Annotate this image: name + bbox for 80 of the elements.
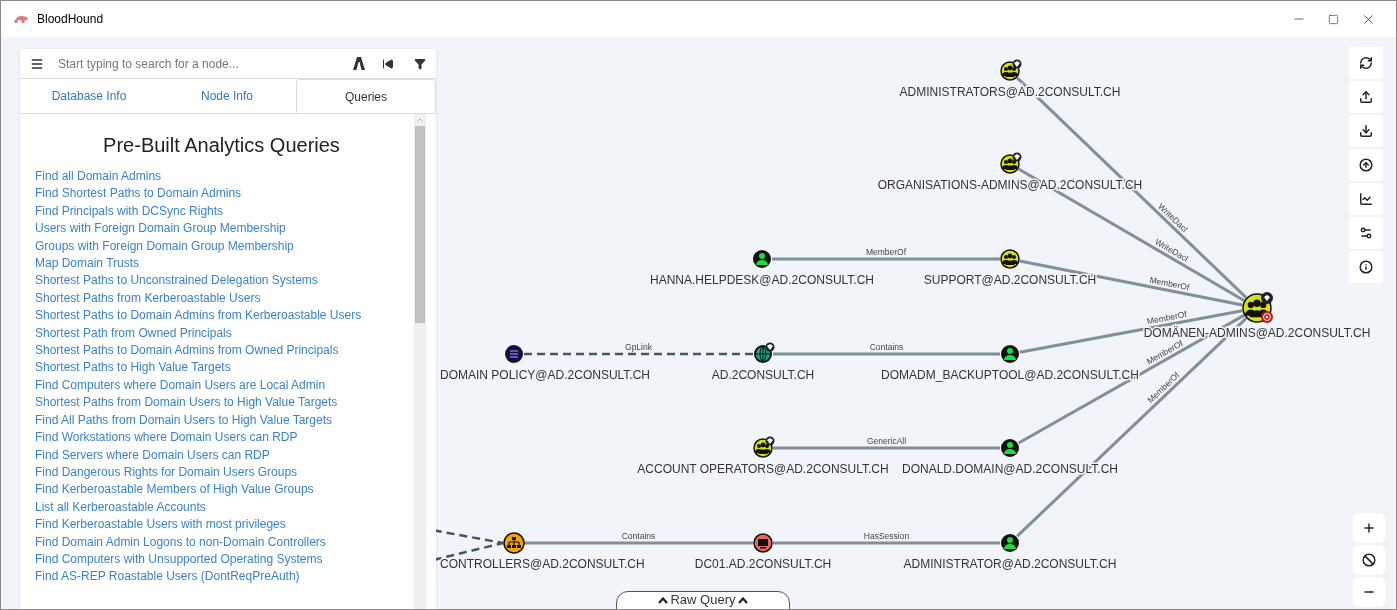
toolbar-button[interactable] xyxy=(1349,251,1383,283)
upload-icon xyxy=(1359,90,1373,104)
node-label: ADMINISTRATOR@AD.2CONSULT.CH xyxy=(903,557,1117,571)
node-label: DOMADM_BACKUPTOOL@AD.2CONSULT.CH xyxy=(881,368,1139,382)
maximize-icon[interactable] xyxy=(1328,13,1339,25)
query-link[interactable]: Shortest Paths to High Value Targets xyxy=(35,359,231,377)
toolbar-button[interactable] xyxy=(1349,149,1383,181)
hierarchy-node-icon[interactable] xyxy=(503,532,525,554)
menu-icon[interactable] xyxy=(30,56,44,71)
hound-logo-icon xyxy=(13,14,29,24)
caret-up-icon xyxy=(737,596,748,604)
node-label: DOMAIN POLICY@AD.2CONSULT.CH xyxy=(440,368,650,382)
user-node-icon[interactable] xyxy=(1001,534,1019,552)
user-node-icon[interactable] xyxy=(1001,439,1019,457)
node-label: DC01.AD.2CONSULT.CH xyxy=(694,557,832,571)
query-link[interactable]: Find Domain Admin Logons to non-Domain Controllers xyxy=(35,533,326,551)
refresh-icon xyxy=(1359,56,1373,70)
toolbar-button[interactable] xyxy=(1349,47,1383,79)
zoom-button[interactable] xyxy=(1353,545,1385,575)
edge-label: GenericAll xyxy=(866,436,907,446)
query-link[interactable]: Find Workstations where Domain Users can RDP xyxy=(35,429,298,447)
arrow-up-circle-icon xyxy=(1359,158,1373,172)
edge-label: GpLink xyxy=(625,342,652,352)
window-title: BloodHound xyxy=(37,11,104,28)
query-link[interactable]: Map Domain Trusts xyxy=(35,255,140,273)
list-node-icon[interactable] xyxy=(505,345,523,363)
query-link[interactable]: Find all Domain Admins xyxy=(35,168,162,186)
info-icon xyxy=(1359,260,1373,274)
node-label: HANNA.HELPDESK@AD.2CONSULT.CH xyxy=(650,273,874,287)
node-label: CONTROLLERS@AD.2CONSULT.CH xyxy=(440,557,645,571)
raw-query-button[interactable]: Raw Query xyxy=(616,591,790,609)
query-link[interactable]: Shortest Paths to Domain Admins from Owned Principals xyxy=(35,342,339,360)
user-node-icon[interactable] xyxy=(1001,345,1019,363)
toolbar-button[interactable] xyxy=(1349,217,1383,249)
toolbar-button[interactable] xyxy=(1349,183,1383,215)
query-link[interactable]: Find All Paths from Domain Users to High Value Targets xyxy=(35,411,333,430)
caret-up-icon xyxy=(658,596,669,604)
query-link[interactable]: Find Computers with Unsupported Operating Systems xyxy=(35,550,323,569)
query-link[interactable]: Users with Foreign Domain Group Membership xyxy=(35,220,286,238)
query-link[interactable]: Find Kerberoastable Members of High Value Groups xyxy=(35,481,314,499)
path-icon[interactable] xyxy=(352,57,366,70)
query-link[interactable]: Find AS-REP Roastable Users (DontReqPreAuth) xyxy=(35,568,300,586)
query-link[interactable]: Shortest Path from Owned Principals xyxy=(35,324,232,343)
download-icon xyxy=(1359,124,1373,138)
node-label: ACCOUNT OPERATORS@AD.2CONSULT.CH xyxy=(637,462,889,476)
query-link[interactable]: Shortest Paths from Kerberoastable Users xyxy=(35,289,261,308)
zoom-button[interactable] xyxy=(1353,513,1385,543)
query-link[interactable]: Find Principals with DCSync Rights xyxy=(35,202,224,221)
node-label: SUPPORT@AD.2CONSULT.CH xyxy=(923,273,1097,287)
node-label: AD.2CONSULT.CH xyxy=(711,368,815,382)
zoom-in-icon xyxy=(1362,521,1376,535)
query-link[interactable]: Find Kerberoastable Users with most privileges xyxy=(35,516,286,534)
query-link[interactable]: Find Computers where Domain Users are Local Admin xyxy=(35,376,326,395)
user-node-icon[interactable] xyxy=(753,250,771,268)
edge-label: MemberOf xyxy=(865,247,907,257)
query-link[interactable]: Find Shortest Paths to Domain Admins xyxy=(35,185,242,203)
edge-label: HasSession xyxy=(863,531,910,541)
query-link[interactable]: Shortest Paths to Domain Admins from Kerberoastable Users xyxy=(35,307,362,325)
line-chart-icon xyxy=(1359,192,1373,206)
edge-label: MemberOf xyxy=(1146,309,1188,327)
query-link[interactable]: Groups with Foreign Domain Group Membership xyxy=(35,237,294,256)
edge-label: Contains xyxy=(621,531,656,541)
edge-label: MemberOf xyxy=(1148,274,1191,293)
scrollbar[interactable] xyxy=(414,114,426,609)
toolbar-button[interactable] xyxy=(1349,81,1383,113)
monitor-node-icon[interactable] xyxy=(753,533,773,553)
query-link[interactable]: Shortest Paths from Domain Users to High Value Targets xyxy=(35,394,338,412)
queries-heading: Pre-Built Analytics Queries xyxy=(102,133,341,158)
group-node-icon[interactable] xyxy=(1000,249,1020,269)
query-link[interactable]: Shortest Paths to Unconstrained Delegation Systems xyxy=(35,272,318,290)
toolbar-button[interactable] xyxy=(1349,115,1383,147)
panel-tab[interactable]: Queries xyxy=(296,79,436,113)
edge-label: Contains xyxy=(869,342,904,352)
settings-icon xyxy=(1359,226,1373,240)
query-link[interactable]: List all Kerberoastable Accounts xyxy=(35,498,206,517)
query-link[interactable]: Find Dangerous Rights for Domain Users Groups xyxy=(35,463,298,482)
filter-icon[interactable] xyxy=(414,57,426,70)
ban-icon xyxy=(1362,553,1376,567)
query-link[interactable]: Find Servers where Domain Users can RDP xyxy=(35,446,270,464)
skip-back-icon[interactable] xyxy=(382,57,394,70)
